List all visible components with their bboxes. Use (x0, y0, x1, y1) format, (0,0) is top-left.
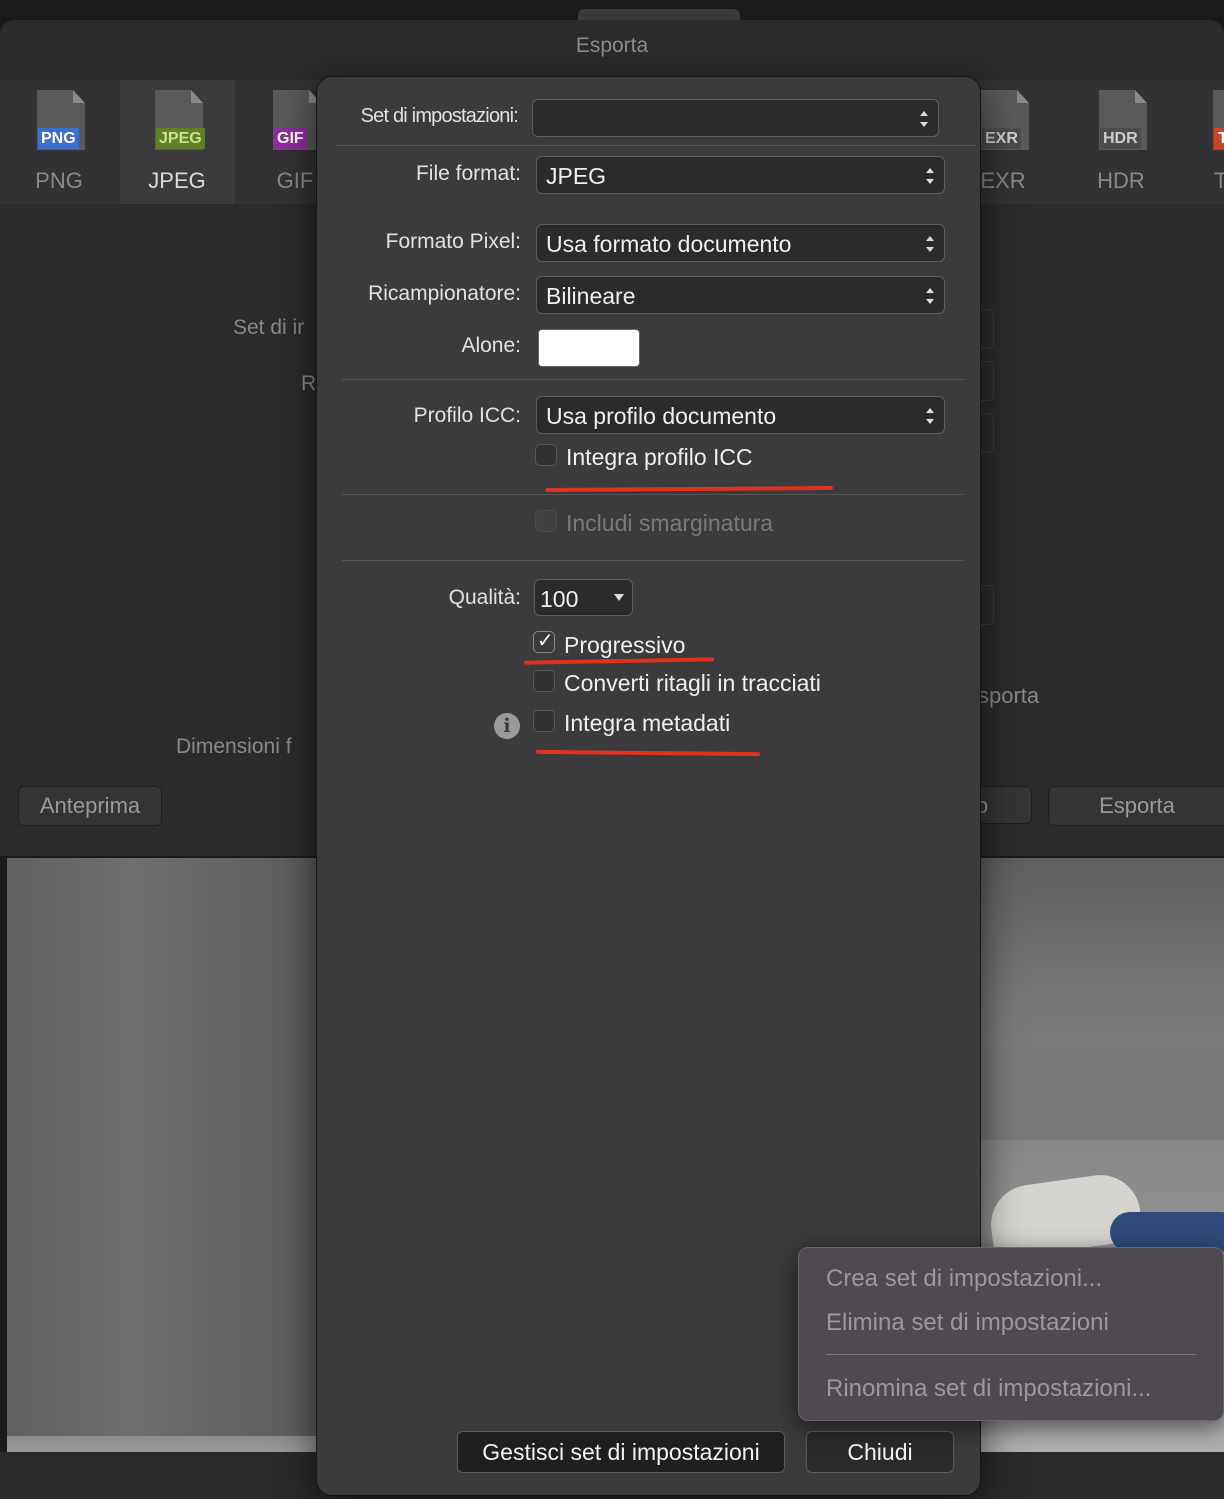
format-tab-png[interactable]: PNG PNG (4, 80, 114, 204)
window-handle (578, 9, 740, 20)
image-headboard (976, 1045, 1224, 1140)
icc-profile-label: Profilo ICC: (413, 404, 521, 427)
include-bleed-checkbox[interactable] (535, 510, 557, 532)
window-title: Esporta (575, 34, 649, 57)
separator (342, 494, 964, 495)
info-icon[interactable]: i (494, 713, 520, 739)
menu-separator (826, 1354, 1196, 1355)
image-pillow (1110, 1212, 1224, 1252)
background-field (979, 585, 994, 625)
resampler-value: Bilineare (546, 283, 636, 309)
resampler-label: Ricampionatore: (368, 282, 521, 305)
file-format-value: JPEG (546, 163, 607, 189)
dimensions-label-background: Dimensioni f (176, 735, 292, 758)
quality-value: 100 (540, 586, 579, 612)
dropdown-arrow-icon (614, 594, 624, 601)
separator (342, 560, 964, 561)
matte-color-swatch[interactable] (538, 329, 640, 367)
icc-profile-select[interactable]: Usa profilo documento (536, 396, 945, 434)
format-tab-jpeg[interactable]: JPEG JPEG (122, 80, 232, 204)
export-area-label-background: sporta (978, 683, 1040, 708)
up-down-arrows-icon (925, 286, 935, 306)
format-badge: PNG (38, 128, 79, 149)
pixel-format-label: Formato Pixel: (385, 230, 521, 253)
image-preview-edge (7, 1436, 319, 1452)
format-tab-label: PNG (35, 168, 83, 193)
preset-label-background: Set di ir (233, 316, 305, 339)
checkmark-icon: ✓ (537, 630, 554, 652)
format-badge: JPEG (156, 128, 205, 149)
pixel-format-value: Usa formato documento (546, 231, 792, 257)
format-tab-label: HDR (1097, 168, 1145, 193)
file-format-select[interactable]: JPEG (536, 156, 945, 194)
format-badge: T (1214, 128, 1224, 149)
menu-item-delete-preset[interactable]: Elimina set di impostazioni (826, 1309, 1109, 1337)
file-format-label: File format: (415, 162, 521, 185)
preview-button[interactable]: Anteprima (18, 786, 162, 826)
convert-clips-checkbox[interactable] (533, 670, 555, 692)
quality-label: Qualità: (448, 586, 521, 609)
include-bleed-label: Includi smarginatura (566, 510, 774, 536)
separator (342, 379, 964, 380)
up-down-arrows-icon (925, 166, 935, 186)
up-down-arrows-icon (925, 406, 935, 426)
resampler-select[interactable]: Bilineare (536, 276, 945, 314)
embed-metadata-checkbox[interactable] (533, 710, 555, 732)
preset-label: Set di impostazioni: (360, 105, 519, 127)
export-button[interactable]: Esporta (1048, 786, 1224, 826)
format-badge: EXR (982, 128, 1021, 149)
format-tab-hdr[interactable]: HDR HDR (1066, 80, 1176, 204)
separator (336, 145, 976, 146)
format-tab-tiff[interactable]: T T (1184, 80, 1224, 204)
preset-select[interactable] (532, 99, 939, 137)
embed-icc-label: Integra profilo ICC (566, 444, 753, 470)
up-down-arrows-icon (925, 234, 935, 254)
background-field (979, 361, 994, 401)
background-field (979, 309, 994, 349)
image-preview-left (7, 858, 319, 1452)
convert-clips-label: Converti ritagli in tracciati (564, 670, 821, 696)
resample-label-background: R (301, 372, 317, 395)
quality-combo[interactable]: 100 (534, 579, 633, 616)
pixel-format-select[interactable]: Usa formato documento (536, 224, 945, 262)
format-badge: HDR (1100, 128, 1141, 149)
format-badge: GIF (274, 128, 307, 149)
up-down-arrows-icon (919, 109, 929, 129)
embed-icc-checkbox[interactable] (535, 444, 557, 466)
format-tab-label: JPEG (148, 168, 206, 193)
embed-metadata-label: Integra metadati (564, 710, 731, 736)
close-button[interactable]: Chiudi (806, 1431, 954, 1473)
menu-item-rename-preset[interactable]: Rinomina set di impostazioni... (826, 1375, 1151, 1403)
progressive-checkbox[interactable]: ✓ (533, 630, 555, 653)
menu-item-create-preset[interactable]: Crea set di impostazioni... (826, 1265, 1102, 1293)
manage-presets-button[interactable]: Gestisci set di impostazioni (457, 1431, 785, 1473)
progressive-label: Progressivo (564, 632, 686, 658)
icc-profile-value: Usa profilo documento (546, 403, 777, 429)
format-tab-label: T (1214, 168, 1224, 193)
matte-label: Alone: (461, 334, 521, 357)
background-field (979, 413, 994, 453)
